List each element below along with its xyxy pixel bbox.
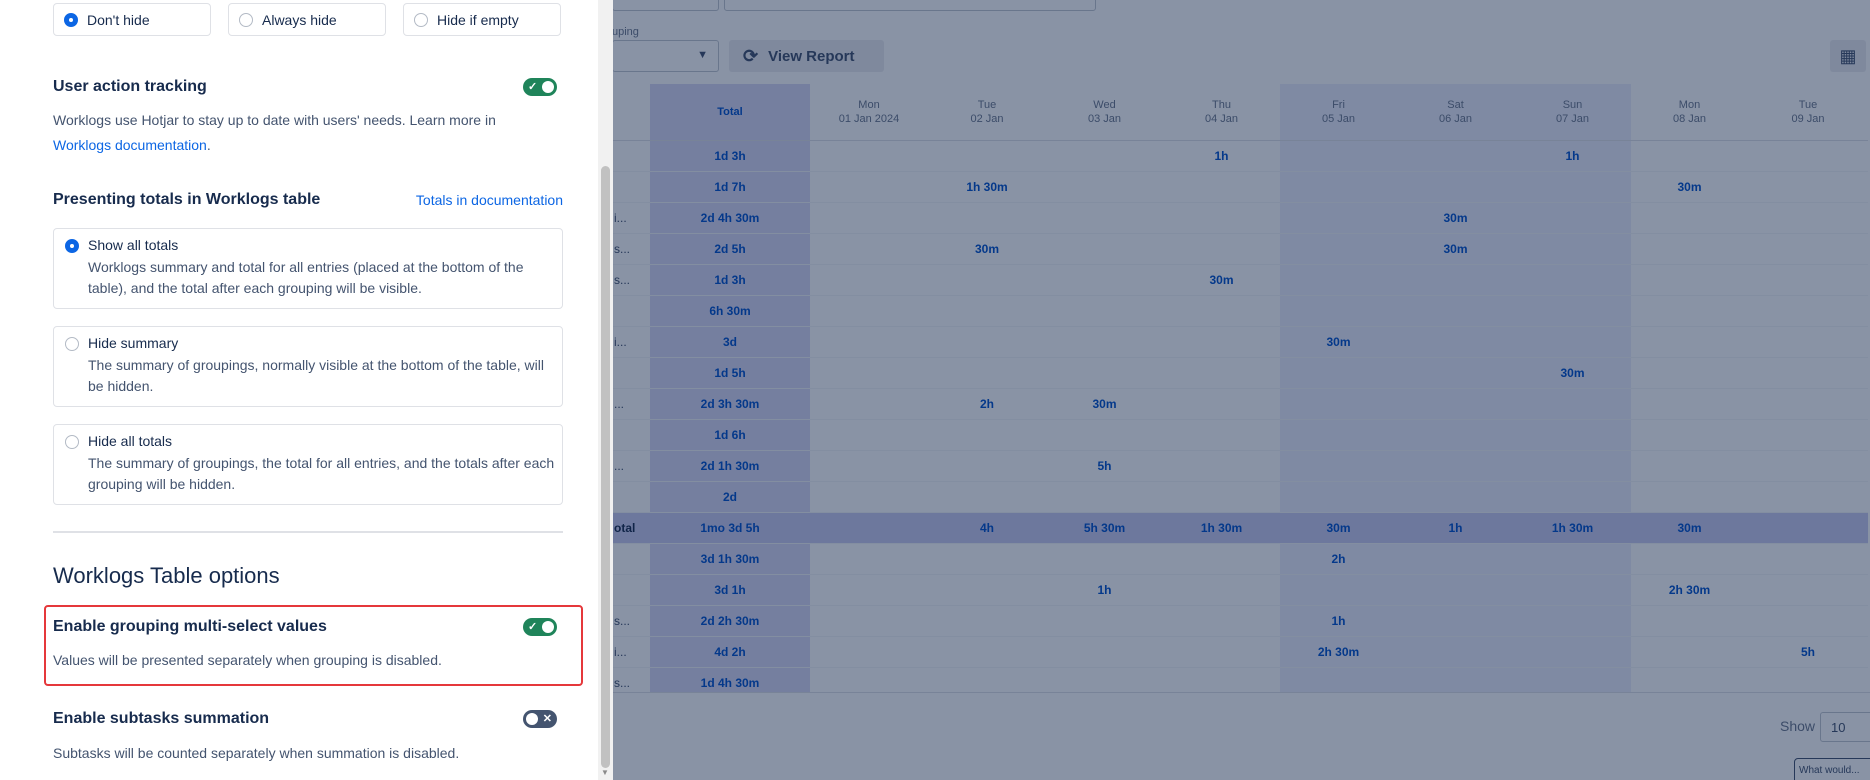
radio-selected-icon[interactable] <box>64 12 78 27</box>
settings-panel: Don't hide Always hide Hide if empty Use… <box>0 0 598 780</box>
totals-title: Presenting totals in Worklogs table <box>53 191 321 208</box>
toggle-knob <box>542 621 554 633</box>
option-title: Hide all totals <box>88 433 173 449</box>
radio-icon[interactable] <box>65 337 79 351</box>
toggle-knob <box>542 81 554 93</box>
worklogs-documentation-link[interactable]: Worklogs documentation <box>53 137 207 153</box>
option-show-all-totals[interactable]: Show all totals Worklogs summary and tot… <box>53 228 563 309</box>
section-divider <box>53 531 563 533</box>
scroll-down-arrow-icon[interactable]: ▼ <box>601 768 609 777</box>
table-options-title: Worklogs Table options <box>53 563 280 588</box>
radio-selected-icon[interactable] <box>65 239 79 253</box>
option-dont-hide[interactable]: Don't hide <box>53 3 211 36</box>
option-label: Always hide <box>262 11 337 28</box>
grouping-multi-select-description: Values will be presented separately when… <box>53 652 442 668</box>
toggle-knob <box>526 713 538 725</box>
option-hide-all-totals[interactable]: Hide all totals The summary of groupings… <box>53 424 563 505</box>
option-hide-summary[interactable]: Hide summary The summary of groupings, n… <box>53 326 563 407</box>
option-title: Show all totals <box>88 237 179 253</box>
user-action-tracking-description: Worklogs use Hotjar to stay up to date w… <box>53 108 553 158</box>
subtasks-summation-title: Enable subtasks summation <box>53 710 270 727</box>
check-icon: ✓ <box>528 81 538 93</box>
option-always-hide[interactable]: Always hide <box>228 3 386 36</box>
visibility-options: Don't hide Always hide Hide if empty <box>53 3 561 36</box>
subtasks-summation-toggle[interactable]: ✕ <box>523 710 557 728</box>
user-action-tracking-toggle[interactable]: ✓ <box>523 78 557 96</box>
totals-documentation-link[interactable]: Totals in documentation <box>416 192 563 208</box>
option-description: The summary of groupings, normally visib… <box>88 357 544 394</box>
option-label: Don't hide <box>87 11 150 28</box>
user-action-tracking-title: User action tracking <box>53 78 207 95</box>
grouping-multi-select-title: Enable grouping multi-select values <box>53 618 327 635</box>
option-label: Hide if empty <box>437 11 519 28</box>
close-icon: ✕ <box>542 713 552 725</box>
option-hide-if-empty[interactable]: Hide if empty <box>403 3 561 36</box>
option-description: Worklogs summary and total for all entri… <box>88 259 524 296</box>
radio-icon[interactable] <box>239 12 253 27</box>
radio-icon[interactable] <box>414 12 428 27</box>
radio-icon[interactable] <box>65 435 79 449</box>
period: . <box>206 137 211 153</box>
description-text: Worklogs use Hotjar to stay up to date w… <box>53 112 496 128</box>
scrollbar-thumb[interactable] <box>601 166 610 768</box>
option-description: The summary of groupings, the total for … <box>88 455 555 492</box>
subtasks-summation-description: Subtasks will be counted separately when… <box>53 745 460 761</box>
option-title: Hide summary <box>88 335 179 351</box>
check-icon: ✓ <box>528 621 538 633</box>
grouping-multi-select-toggle[interactable]: ✓ <box>523 618 557 636</box>
